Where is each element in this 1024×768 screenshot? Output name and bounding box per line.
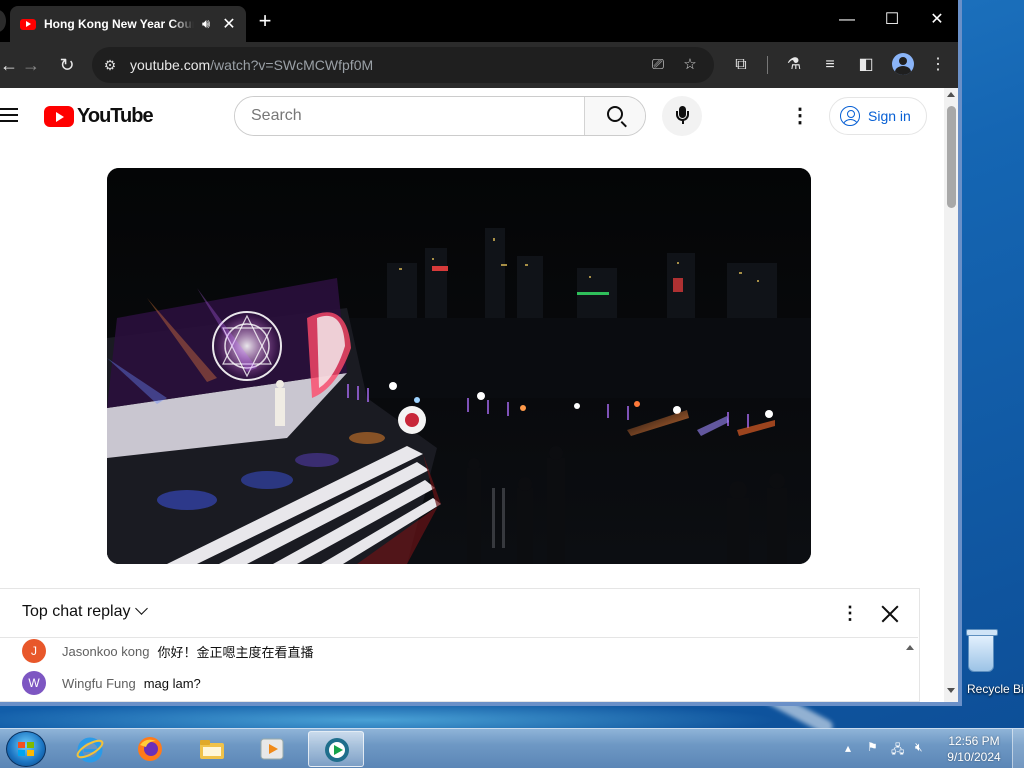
hamburger-menu-icon[interactable] (0, 108, 18, 122)
show-desktop-button[interactable] (1012, 729, 1024, 768)
chat-author[interactable]: Wingfu Fung (62, 676, 136, 691)
address-bar[interactable]: ⚙︎ youtube.com/watch?v=SWcMCWfpf0M ⎚ ☆ (92, 47, 714, 83)
recycle-bin-icon (966, 629, 998, 672)
tab-title: Hong Kong New Year Countdown (44, 17, 194, 31)
browser-toolbar: ← → ↻ ⚙︎ youtube.com/watch?v=SWcMCWfpf0M… (0, 42, 958, 88)
sign-in-label: Sign in (868, 108, 911, 124)
forward-arrow-icon[interactable]: → (18, 52, 44, 78)
action-center-flag-icon[interactable]: ⚑ (867, 740, 878, 754)
media-queue-icon[interactable]: ≡ (818, 53, 842, 77)
bookmark-star-icon[interactable]: ☆ (680, 55, 700, 75)
chat-text: 你好！金正嗯主度在看直播 (157, 644, 314, 660)
previous-tab-edge[interactable] (0, 10, 6, 32)
taskbar-firefox[interactable] (122, 731, 178, 767)
chat-scroll-up-icon[interactable] (906, 645, 914, 650)
minimize-button[interactable]: — (832, 8, 862, 32)
chat-author[interactable]: Jasonkoo kong (62, 644, 149, 659)
video-player[interactable] (107, 168, 811, 564)
windows-logo-icon (18, 742, 35, 757)
youtube-logo[interactable]: YouTube (44, 105, 154, 128)
tab-close-icon[interactable]: ✕ (222, 14, 235, 34)
avatar[interactable]: W (22, 671, 46, 695)
search-box (234, 96, 646, 136)
close-chat-icon[interactable] (878, 602, 902, 626)
scroll-up-arrow-icon[interactable] (947, 92, 955, 97)
live-chat-panel: Top chat replay ⋮ J Jasonkoo kong 你好！金正嗯… (0, 588, 920, 702)
browser-titlebar: Hong Kong New Year Countdown 🔊︎ ✕ + — ☐ … (0, 0, 958, 42)
video-frame-harbour-stage (107, 168, 811, 564)
speaker-icon[interactable]: 🔊︎ (202, 16, 210, 32)
profile-avatar-icon[interactable] (892, 53, 914, 75)
extensions-icon[interactable]: ⧉ (729, 53, 753, 77)
system-clock[interactable]: 12:56 PM 9/10/2024 (944, 733, 1004, 765)
start-button[interactable] (6, 731, 46, 767)
volume-muted-icon[interactable]: 🔇︎ (915, 740, 923, 755)
page-scrollbar[interactable] (944, 88, 958, 702)
chat-message: W Wingfu Fung mag lam? (22, 671, 201, 695)
side-panel-icon[interactable]: ◧ (854, 53, 878, 77)
clock-time: 12:56 PM (948, 734, 1000, 748)
sign-in-button[interactable]: Sign in (829, 97, 927, 135)
settings-more-icon[interactable]: ⋮ (790, 105, 810, 127)
youtube-page: YouTube ⋮ Sign in (0, 88, 944, 702)
url-text[interactable]: youtube.com/watch?v=SWcMCWfpf0M (130, 57, 373, 73)
network-icon[interactable]: 🖧︎ (891, 740, 904, 761)
taskbar-internet-explorer[interactable] (62, 731, 118, 767)
taskbar-file-explorer[interactable] (184, 731, 240, 767)
folder-icon (200, 740, 224, 759)
windows-taskbar: ▴ ⚑ 🖧︎ 🔇︎ 12:56 PM 9/10/2024 (0, 728, 1024, 768)
account-circle-icon (840, 106, 860, 126)
taskbar-media-player[interactable] (244, 731, 300, 767)
close-window-button[interactable]: ✕ (922, 8, 952, 32)
recycle-bin-label: Recycle Bin (967, 682, 1024, 696)
recycle-bin-shortcut[interactable]: Recycle Bin (962, 629, 1024, 705)
scrollbar-thumb[interactable] (947, 106, 956, 208)
chat-more-icon[interactable]: ⋮ (840, 601, 860, 625)
labs-flask-icon[interactable]: ⚗︎ (782, 53, 806, 77)
youtube-wordmark: YouTube (77, 105, 154, 127)
chevron-down-icon[interactable] (135, 602, 148, 615)
scroll-down-arrow-icon[interactable] (947, 688, 955, 693)
chat-text: mag lam? (143, 675, 201, 691)
search-button[interactable] (584, 97, 645, 135)
reload-icon[interactable]: ↻ (54, 52, 80, 78)
clock-date: 9/10/2024 (947, 750, 1001, 764)
browser-window: Hong Kong New Year Countdown 🔊︎ ✕ + — ☐ … (0, 0, 962, 706)
browser-menu-icon[interactable]: ⋮ (926, 53, 950, 77)
youtube-favicon-icon (20, 18, 36, 30)
taskbar-remote-desktop-active[interactable] (308, 731, 364, 767)
youtube-play-logo-icon (44, 106, 74, 127)
chat-mode-selector[interactable]: Top chat replay (22, 603, 131, 621)
search-input[interactable] (235, 97, 583, 135)
site-info-icon[interactable]: ⚙︎ (100, 55, 120, 75)
tab-youtube[interactable]: Hong Kong New Year Countdown 🔊︎ ✕ (10, 6, 246, 42)
firefox-icon (138, 737, 162, 761)
voice-search-button[interactable] (662, 96, 702, 136)
chat-header: Top chat replay ⋮ (0, 589, 918, 638)
remote-desktop-icon (325, 738, 349, 762)
media-player-icon (260, 738, 284, 760)
maximize-button[interactable]: ☐ (877, 8, 907, 32)
internet-explorer-icon (76, 737, 104, 763)
microphone-stand (676, 111, 689, 124)
toolbar-separator (767, 56, 768, 74)
new-tab-button[interactable]: + (255, 8, 275, 34)
install-app-icon[interactable]: ⎚ (648, 55, 668, 75)
tray-expand-icon[interactable]: ▴ (845, 741, 851, 755)
avatar[interactable]: J (22, 639, 46, 663)
search-icon (607, 106, 623, 122)
chat-message: J Jasonkoo kong 你好！金正嗯主度在看直播 (22, 639, 313, 663)
